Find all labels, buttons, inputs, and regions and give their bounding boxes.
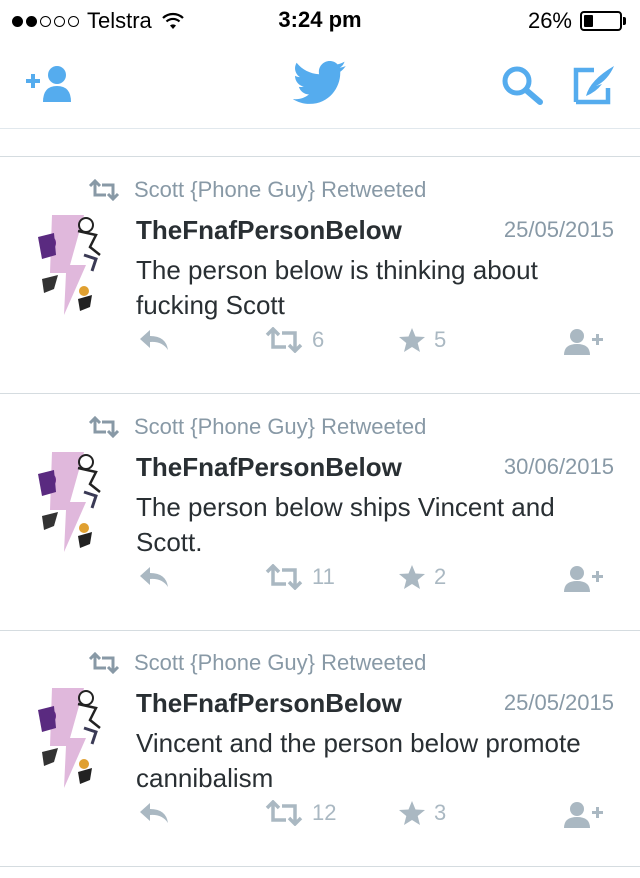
retweet-button[interactable]: 12 [264, 800, 336, 826]
retweet-context: Scott {Phone Guy} Retweeted [88, 650, 426, 676]
follow-button[interactable] [562, 564, 604, 594]
tweet-date: 30/06/2015 [503, 454, 614, 479]
star-icon [399, 328, 425, 352]
retweet-small-icon [88, 416, 120, 438]
tweet-card[interactable]: Scott {Phone Guy} Retweeted TheFnafPerso… [0, 394, 640, 631]
add-user-icon[interactable] [24, 64, 76, 104]
retweeted-by: Scott {Phone Guy} Retweeted [134, 650, 427, 675]
tweet-actions: 11 2 [0, 564, 640, 604]
favorite-count: 5 [434, 327, 447, 352]
reply-button[interactable] [138, 327, 170, 353]
retweet-button[interactable]: 6 [264, 327, 324, 353]
retweet-context: Scott {Phone Guy} Retweeted [88, 414, 426, 440]
follow-user-icon [564, 329, 603, 355]
tweet-card[interactable]: Scott {Phone Guy} Retweeted TheFnafPerso… [0, 157, 640, 394]
follow-user-icon [564, 566, 603, 592]
reply-icon [140, 567, 168, 587]
tweet-actions: 12 3 [0, 800, 640, 840]
avatar[interactable] [34, 452, 104, 552]
favorite-button[interactable]: 5 [398, 327, 446, 353]
partial-tweet-row [0, 128, 640, 157]
favorite-button[interactable]: 2 [398, 564, 446, 590]
star-icon [399, 801, 425, 825]
reply-button[interactable] [138, 800, 170, 826]
retweet-small-icon [88, 179, 120, 201]
retweet-icon [265, 800, 303, 826]
avatar[interactable] [34, 688, 104, 788]
status-bar: Telstra 3:24 pm 26% [0, 0, 640, 40]
tweet-date: 25/05/2015 [503, 690, 614, 715]
avatar[interactable] [34, 215, 104, 315]
retweet-count: 11 [312, 564, 335, 589]
search-icon[interactable] [500, 64, 546, 106]
status-right: 26% [528, 8, 626, 34]
tweet-text: The person below is thinking about fucki… [136, 255, 538, 320]
reply-icon [140, 803, 168, 823]
favorite-count: 2 [434, 564, 447, 589]
compose-icon[interactable] [572, 62, 620, 106]
tweet-card[interactable]: Scott {Phone Guy} Retweeted TheFnafPerso… [0, 630, 640, 867]
retweeted-by: Scott {Phone Guy} Retweeted [134, 177, 427, 202]
reply-button[interactable] [138, 564, 170, 590]
retweet-button[interactable]: 11 [264, 564, 335, 590]
nav-bar [0, 40, 640, 129]
retweet-count: 6 [312, 327, 325, 352]
battery-icon [580, 11, 622, 31]
retweet-count: 12 [312, 800, 337, 825]
retweeted-by: Scott {Phone Guy} Retweeted [134, 414, 427, 439]
favorite-button[interactable]: 3 [398, 800, 446, 826]
tweet-text: Vincent and the person below promote can… [136, 728, 581, 793]
battery-percent: 26% [527, 8, 572, 33]
tweet-date: 25/05/2015 [503, 217, 614, 242]
star-icon [399, 565, 425, 589]
tweet-text: The person below ships Vincent and Scott… [136, 492, 555, 557]
retweet-context: Scott {Phone Guy} Retweeted [88, 177, 426, 203]
retweet-icon [265, 564, 303, 590]
author-name[interactable]: TheFnafPersonBelow [136, 688, 402, 719]
tweet-actions: 6 5 [0, 327, 640, 367]
follow-user-icon [564, 802, 603, 828]
retweet-icon [265, 327, 303, 353]
follow-button[interactable] [562, 327, 604, 357]
author-name[interactable]: TheFnafPersonBelow [136, 215, 402, 246]
reply-icon [140, 330, 168, 350]
twitter-bird-icon[interactable] [293, 60, 347, 106]
author-name[interactable]: TheFnafPersonBelow [136, 452, 402, 483]
favorite-count: 3 [434, 800, 447, 825]
follow-button[interactable] [562, 800, 604, 830]
retweet-small-icon [88, 652, 120, 674]
